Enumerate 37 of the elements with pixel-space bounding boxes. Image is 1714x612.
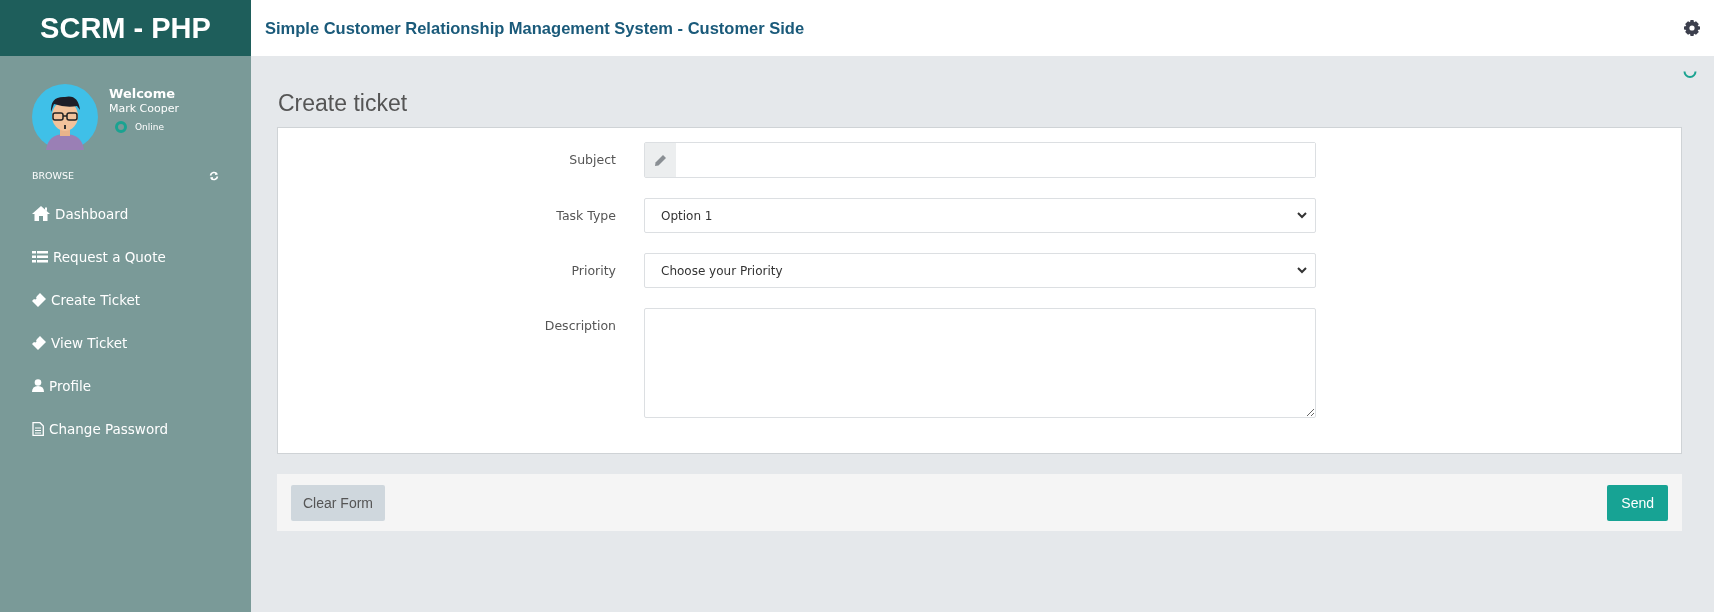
- send-button[interactable]: Send: [1607, 484, 1668, 521]
- nav-link[interactable]: Change Password: [32, 407, 169, 450]
- section-heading: BROWSE: [32, 170, 75, 181]
- nav-link[interactable]: Create Ticket: [32, 278, 141, 321]
- document-icon: [32, 421, 44, 436]
- user-icon: [32, 379, 44, 392]
- chevron-down-icon: [1297, 267, 1307, 274]
- ticket-icon: [32, 292, 46, 307]
- nav-link[interactable]: Profile: [32, 364, 91, 407]
- field-label: Subject: [568, 151, 617, 167]
- nav-link[interactable]: Dashboard: [32, 192, 129, 235]
- user-name: Mark Cooper: [109, 102, 180, 115]
- field-label: Description: [543, 317, 617, 333]
- nav-link[interactable]: View Ticket: [32, 321, 128, 364]
- app-title: Simple Customer Relationship Management System - Customer Side: [265, 18, 805, 38]
- status-ring-icon: [115, 121, 127, 133]
- loading-spinner-icon: [1683, 70, 1697, 80]
- chevron-down-icon: [1297, 212, 1307, 219]
- list-icon: [32, 250, 48, 263]
- refresh-icon: [209, 170, 219, 181]
- settings-icon: [1684, 20, 1700, 36]
- select-field[interactable]: Option 1: [644, 198, 1316, 233]
- field-label: Priority: [570, 262, 617, 278]
- nav-link[interactable]: Request a Quote: [32, 235, 166, 278]
- description-field[interactable]: [644, 308, 1316, 418]
- select-field[interactable]: Choose your Priority: [644, 253, 1316, 288]
- field-label: Task Type: [555, 207, 617, 223]
- welcome-text: Welcome: [109, 86, 177, 101]
- ticket-icon: [32, 335, 46, 350]
- brand-logo[interactable]: SCRM - PHP: [0, 0, 251, 56]
- home-icon: [32, 206, 50, 221]
- status-text: Online: [135, 122, 165, 132]
- pencil-icon: [655, 154, 666, 166]
- clear-form-button[interactable]: Clear Form: [291, 484, 385, 521]
- subject-field[interactable]: [644, 142, 1316, 178]
- avatar-drawing: [32, 84, 98, 150]
- page-title: Create ticket: [278, 90, 409, 117]
